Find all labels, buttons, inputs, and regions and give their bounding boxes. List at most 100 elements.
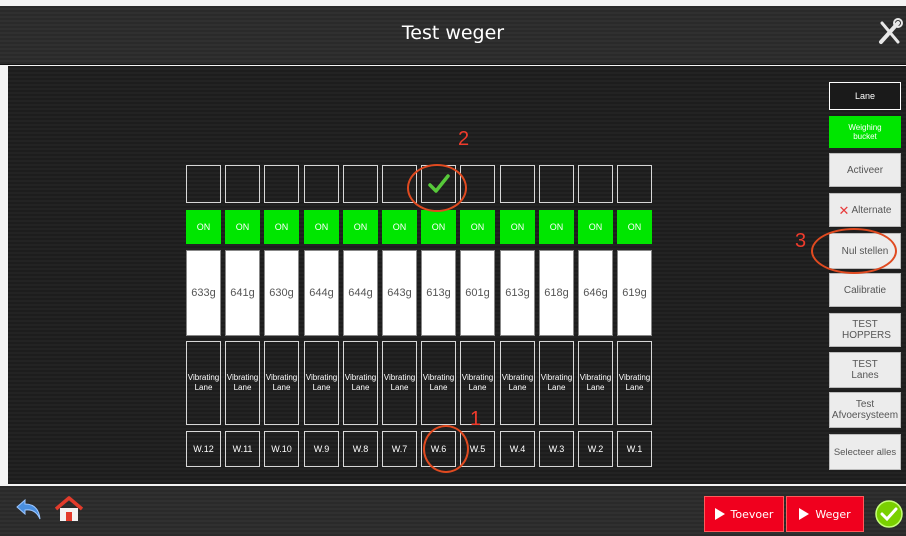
lane-weight[interactable]: 601g <box>460 250 495 336</box>
home-icon[interactable] <box>52 489 86 529</box>
lane-status-on[interactable]: ON <box>264 210 299 244</box>
lane-top-slot[interactable] <box>264 165 299 203</box>
lane-type[interactable]: Vibrating Lane <box>186 341 221 425</box>
lane-label[interactable]: W.10 <box>264 431 299 467</box>
lane-type[interactable]: Vibrating Lane <box>421 341 456 425</box>
lane-label[interactable]: W.1 <box>617 431 652 467</box>
lane-status-on[interactable]: ON <box>500 210 535 244</box>
lane-status-on[interactable]: ON <box>617 210 652 244</box>
lane-type[interactable]: Vibrating Lane <box>264 341 299 425</box>
annotation-number-2: 2 <box>458 128 470 150</box>
lane-type-text: Vibrating Lane <box>618 373 651 392</box>
lane-weight-text: 633g <box>191 287 216 299</box>
calibratie-label: Calibratie <box>843 284 887 296</box>
lane-label[interactable]: W.2 <box>578 431 613 467</box>
settings-wrench-icon[interactable] <box>874 10 906 54</box>
lane-weight[interactable]: 630g <box>264 250 299 336</box>
lane-label-text: W.5 <box>469 444 486 454</box>
lane-weight-text: 618g <box>544 287 569 299</box>
lane-weight[interactable]: 618g <box>539 250 574 336</box>
lane-label-text: W.8 <box>352 444 369 454</box>
lane-type[interactable]: Vibrating Lane <box>617 341 652 425</box>
lane-status-on[interactable]: ON <box>421 210 456 244</box>
lane-label-text: W.4 <box>509 444 526 454</box>
test-afvoersysteem-button[interactable]: Test Afvoersysteem <box>829 392 901 428</box>
lane-weight-text: 630g <box>269 287 294 299</box>
annotation-circle-1 <box>423 425 469 473</box>
annotation-number-3: 3 <box>795 230 807 252</box>
alternate-label: Alternate <box>851 204 892 216</box>
lane-top-slot[interactable] <box>578 165 613 203</box>
lane-label[interactable]: W.12 <box>186 431 221 467</box>
lane-type-text: Vibrating Lane <box>540 373 573 392</box>
lane-status-on[interactable]: ON <box>382 210 417 244</box>
lane-weight-text: 641g <box>230 287 255 299</box>
lane-type[interactable]: Vibrating Lane <box>343 341 378 425</box>
lane-weight-text: 644g <box>348 287 373 299</box>
lane-status-on[interactable]: ON <box>578 210 613 244</box>
lane-status-on-text: ON <box>431 222 446 232</box>
lane-type[interactable]: Vibrating Lane <box>304 341 339 425</box>
lane-type[interactable]: Vibrating Lane <box>539 341 574 425</box>
weighing-bucket-button[interactable]: Weighing bucket <box>829 116 901 148</box>
lane-weight[interactable]: 644g <box>343 250 378 336</box>
lane-weight[interactable]: 613g <box>500 250 535 336</box>
lane-top-slot[interactable] <box>304 165 339 203</box>
lane-weight-text: 644g <box>309 287 334 299</box>
lane-label[interactable]: W.9 <box>304 431 339 467</box>
lane-status-on[interactable]: ON <box>225 210 260 244</box>
lane-type[interactable]: Vibrating Lane <box>225 341 260 425</box>
lane-weight[interactable]: 633g <box>186 250 221 336</box>
lane-status-on[interactable]: ON <box>539 210 574 244</box>
lane-weight[interactable]: 644g <box>304 250 339 336</box>
lane-top-slot[interactable] <box>539 165 574 203</box>
lane-status-on[interactable]: ON <box>186 210 221 244</box>
annotation-circle-2 <box>407 164 467 212</box>
alternate-button[interactable]: ✕ Alternate <box>829 193 901 227</box>
activeer-button[interactable]: Activeer <box>829 153 901 187</box>
lane-label[interactable]: W.3 <box>539 431 574 467</box>
lane-status-on[interactable]: ON <box>343 210 378 244</box>
lane-top-slot[interactable] <box>500 165 535 203</box>
lane-top-slot[interactable] <box>343 165 378 203</box>
lane-weight[interactable]: 613g <box>421 250 456 336</box>
lane-weight-text: 613g <box>426 287 451 299</box>
selecteer-alles-button[interactable]: Selecteer alles <box>829 434 901 470</box>
lane-status-on-text: ON <box>274 222 289 232</box>
lane-status-on-text: ON <box>353 222 368 232</box>
lane-weight[interactable]: 619g <box>617 250 652 336</box>
lane-status-on[interactable]: ON <box>304 210 339 244</box>
confirm-check-icon[interactable] <box>872 494 906 534</box>
lane-weight[interactable]: 641g <box>225 250 260 336</box>
lane-type[interactable]: Vibrating Lane <box>578 341 613 425</box>
toevoer-button[interactable]: Toevoer <box>704 496 784 532</box>
lane-type-text: Vibrating Lane <box>501 373 534 392</box>
lane-label-text: W.11 <box>232 444 253 454</box>
lane-label[interactable]: W.11 <box>225 431 260 467</box>
back-arrow-icon[interactable] <box>12 489 46 529</box>
lane-type[interactable]: Vibrating Lane <box>500 341 535 425</box>
lane-status-on-text: ON <box>314 222 329 232</box>
lane-label[interactable]: W.7 <box>382 431 417 467</box>
lane-weight[interactable]: 646g <box>578 250 613 336</box>
lane-weight[interactable]: 643g <box>382 250 417 336</box>
lane-type[interactable]: Vibrating Lane <box>382 341 417 425</box>
test-hoppers-label: TEST HOPPERS <box>842 319 891 341</box>
lane-weight-text: 601g <box>465 287 490 299</box>
lane-top-slot[interactable] <box>617 165 652 203</box>
weighing-bucket-label: Weighing bucket <box>848 123 882 141</box>
lane-label: Lane <box>854 90 876 101</box>
weger-label: Weger <box>815 507 851 521</box>
lane-label[interactable]: W.8 <box>343 431 378 467</box>
lane-status-on[interactable]: ON <box>460 210 495 244</box>
lane-status-on-text: ON <box>470 222 485 232</box>
selecteer-alles-label: Selecteer alles <box>833 446 897 458</box>
test-lanes-button[interactable]: TEST Lanes <box>829 352 901 388</box>
calibratie-button[interactable]: Calibratie <box>829 273 901 307</box>
lane-top-slot[interactable] <box>186 165 221 203</box>
lane-top-slot[interactable] <box>225 165 260 203</box>
lane-button[interactable]: Lane <box>829 82 901 110</box>
lane-label[interactable]: W.4 <box>500 431 535 467</box>
weger-button[interactable]: Weger <box>786 496 864 532</box>
test-hoppers-button[interactable]: TEST HOPPERS <box>829 313 901 347</box>
